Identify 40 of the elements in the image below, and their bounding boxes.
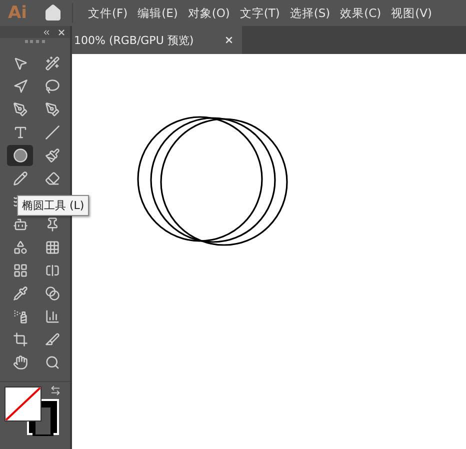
close-icon[interactable] bbox=[224, 35, 234, 45]
tooltip: 椭圆工具 (L) bbox=[17, 195, 90, 216]
arrow-pointer-icon bbox=[12, 56, 28, 71]
menu-item[interactable]: 效果(C) bbox=[335, 6, 386, 20]
spray-can-icon bbox=[12, 309, 28, 324]
crop-icon bbox=[12, 332, 28, 347]
tab-title: 100% (RGB/GPU 预览) bbox=[74, 32, 194, 48]
app-logo: Ai bbox=[8, 3, 28, 23]
solid-arrow-icon bbox=[12, 79, 28, 94]
home-icon[interactable] bbox=[44, 4, 62, 22]
magic-wand-icon bbox=[44, 56, 60, 71]
collapse-icon[interactable] bbox=[42, 28, 51, 36]
close-icon[interactable] bbox=[57, 28, 66, 36]
knife-icon bbox=[44, 332, 60, 347]
grid-icon bbox=[44, 240, 60, 255]
document-tab[interactable]: 100% (RGB/GPU 预览) bbox=[72, 26, 242, 54]
eraser-icon bbox=[44, 171, 60, 186]
lasso-icon bbox=[44, 79, 60, 94]
pencil-icon bbox=[12, 171, 28, 186]
menu-item[interactable]: 文字(T) bbox=[234, 6, 285, 20]
menu-item[interactable]: 文件(F) bbox=[83, 6, 133, 20]
menu-item[interactable]: 编辑(E) bbox=[132, 6, 183, 20]
pen-icon bbox=[12, 102, 28, 117]
pen-icon bbox=[44, 102, 60, 117]
ellipse-icon bbox=[12, 148, 28, 163]
menu-item[interactable]: 视图(V) bbox=[386, 6, 438, 20]
menu-item[interactable]: 选择(S) bbox=[284, 6, 336, 20]
line-icon bbox=[44, 125, 60, 140]
hand-icon bbox=[12, 355, 28, 370]
eyedropper-icon bbox=[12, 286, 28, 301]
paintbrush-icon bbox=[44, 148, 60, 163]
pin-icon bbox=[44, 217, 60, 232]
shapes-icon bbox=[12, 240, 28, 255]
tool-button[interactable] bbox=[7, 145, 33, 166]
type-icon bbox=[12, 125, 28, 140]
search-icon bbox=[44, 355, 60, 370]
bar-chart-icon bbox=[44, 309, 60, 324]
blend-icon bbox=[44, 286, 60, 301]
swap-icon[interactable] bbox=[50, 385, 61, 396]
menu-item[interactable]: 对象(O) bbox=[182, 6, 235, 20]
